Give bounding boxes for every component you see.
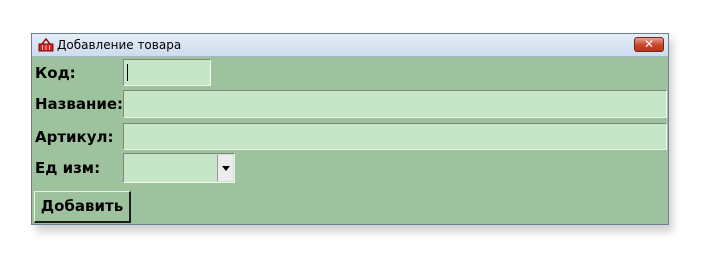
name-label: Название: [35,95,124,113]
unit-label: Ед изм: [35,159,101,177]
chevron-down-icon [221,165,230,171]
close-button[interactable]: ✕ [634,37,664,52]
unit-select[interactable] [123,153,235,183]
code-input[interactable] [123,59,211,86]
article-label: Артикул: [35,128,114,146]
add-button[interactable]: Добавить [34,191,131,223]
dropdown-button[interactable] [217,155,233,181]
basket-icon [38,37,54,52]
name-input[interactable] [123,90,667,118]
title-bar[interactable]: Добавление товара ✕ [32,34,668,57]
article-input[interactable] [123,123,667,150]
add-product-dialog: Добавление товара ✕ Код: Название: Артик… [31,33,669,225]
code-label: Код: [35,64,76,82]
text-caret [127,64,128,81]
window-title: Добавление товара [57,38,182,52]
